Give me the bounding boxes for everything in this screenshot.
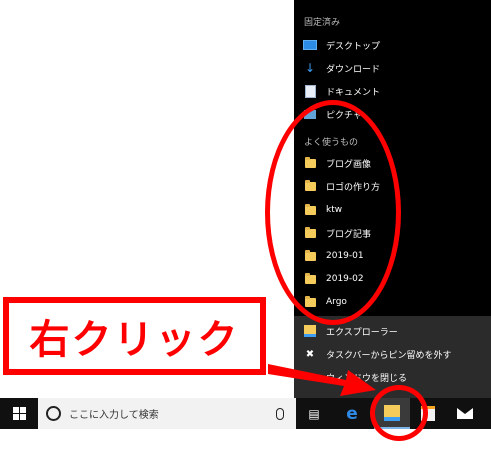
mail-icon[interactable] [452, 398, 478, 429]
search-placeholder: ここに入力して検索 [69, 410, 159, 421]
start-button[interactable] [0, 398, 38, 429]
edge-icon[interactable]: e [340, 398, 364, 429]
highlight-oval-explorer [370, 385, 428, 441]
pinned-item-documents[interactable]: ドキュメント [294, 80, 491, 102]
pinned-header: 固定済み [304, 18, 341, 28]
arrow-icon [268, 364, 376, 396]
pinned-item-downloads[interactable]: ↓ ダウンロード [294, 57, 491, 79]
search-box[interactable]: ここに入力して検索 [38, 398, 296, 429]
pinned-item-label: ダウンロード [326, 64, 381, 75]
explorer-icon [302, 323, 318, 339]
windows-logo-icon [12, 407, 26, 420]
microphone-icon[interactable] [276, 407, 284, 420]
pinned-item-label: ドキュメント [326, 87, 381, 98]
download-icon: ↓ [304, 61, 316, 75]
highlight-oval-jumplist [265, 100, 401, 325]
right-click-callout: 右クリック [3, 297, 266, 375]
task-view-icon[interactable]: ▤ [302, 398, 326, 429]
action-label: エクスプローラー [326, 327, 398, 338]
desktop-icon [302, 37, 318, 53]
pinned-item-label: デスクトップ [326, 41, 381, 52]
document-icon [302, 83, 318, 99]
cortana-icon [46, 406, 61, 421]
callout-text: 右クリック [29, 317, 240, 363]
pinned-item-desktop[interactable]: デスクトップ [294, 34, 491, 56]
